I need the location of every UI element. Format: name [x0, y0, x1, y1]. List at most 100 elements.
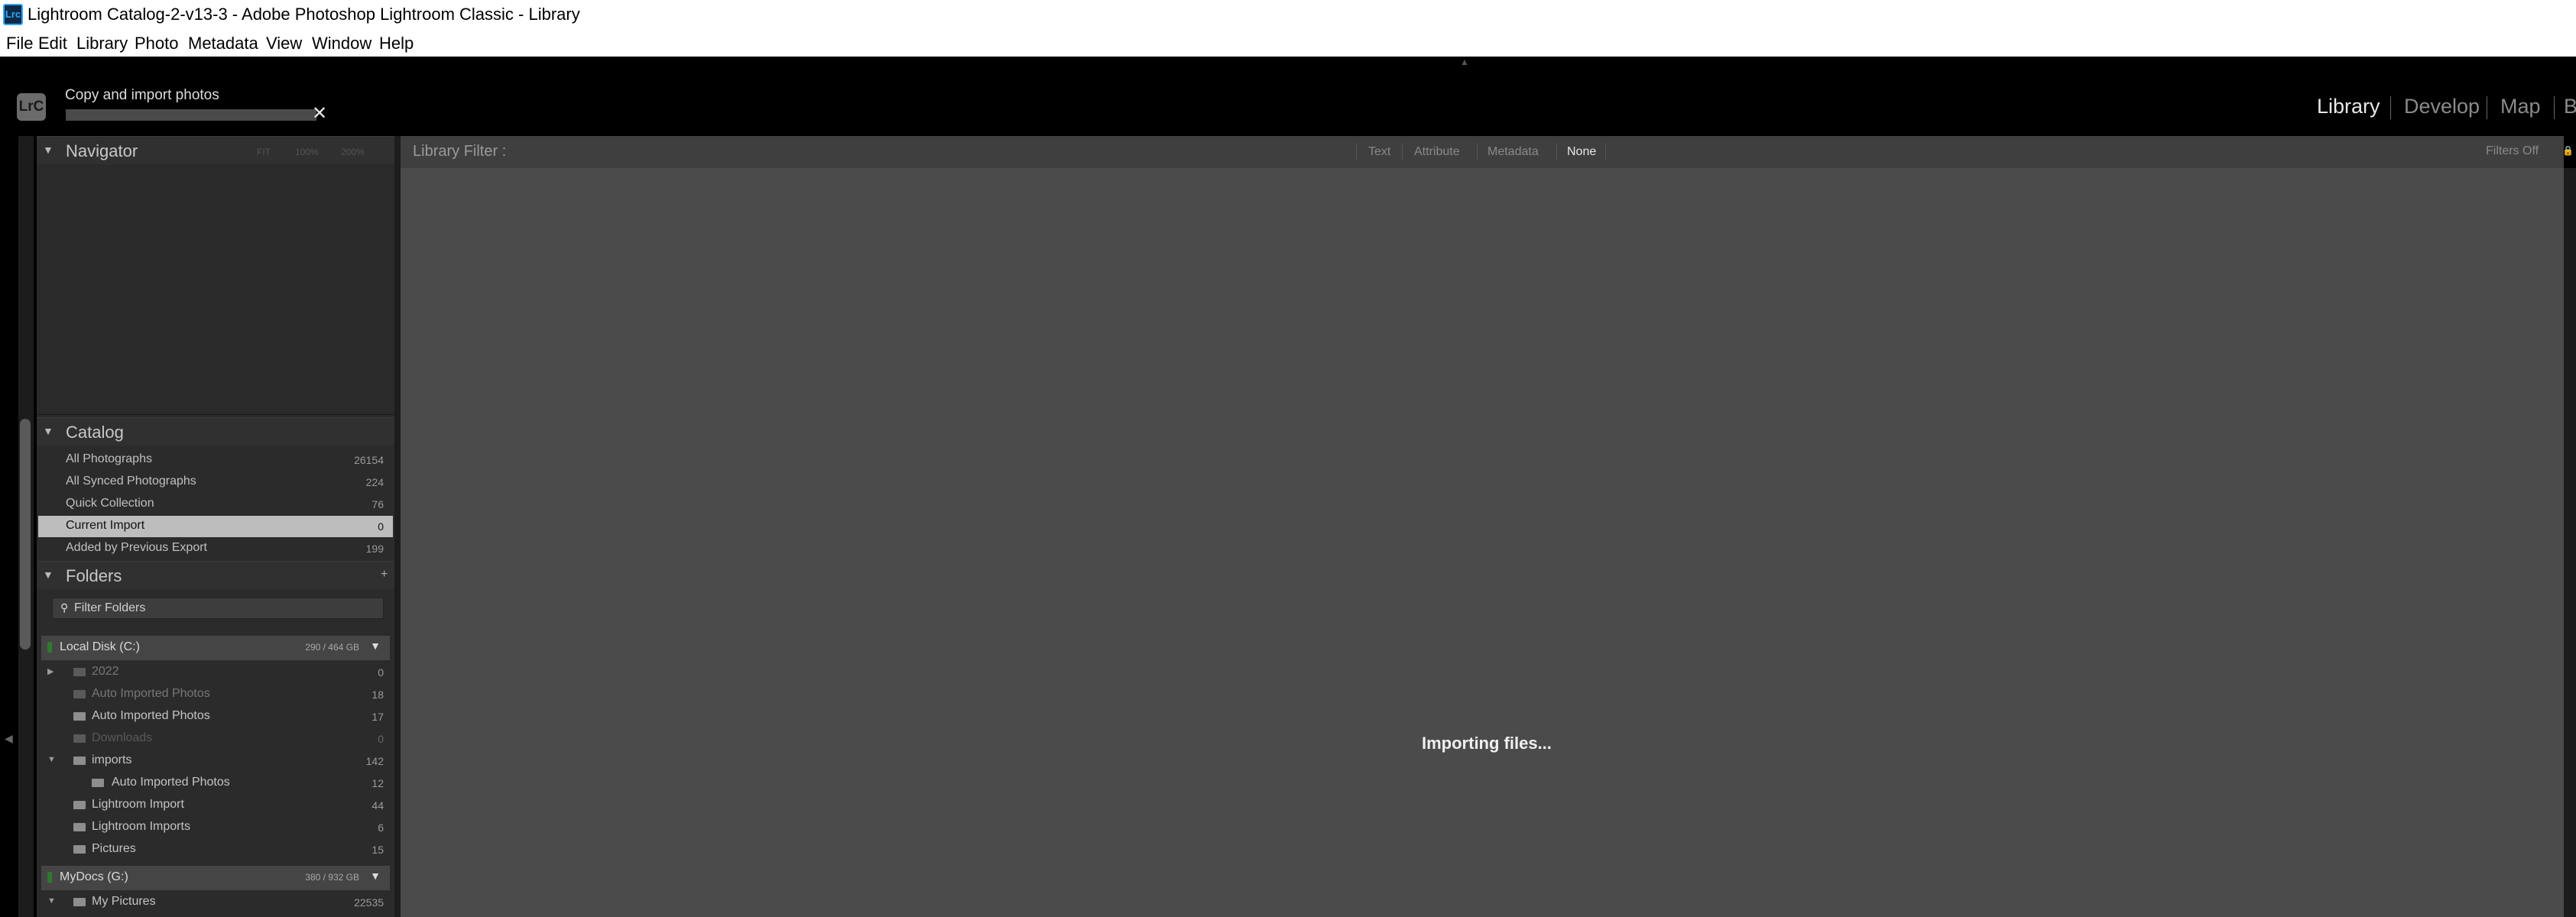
filter-separator [1556, 144, 1557, 160]
folder-row[interactable]: Lightroom Imports 6 [38, 817, 393, 839]
right-panel-edge[interactable] [2564, 168, 2576, 917]
title-bar: Lrc Lightroom Catalog-2-v13-3 - Adobe Ph… [0, 0, 2576, 31]
collapse-triangle-icon[interactable]: ▼ [47, 896, 56, 906]
folder-row[interactable]: Downloads 0 [38, 728, 393, 750]
add-folder-icon[interactable]: + [381, 568, 388, 582]
disclosure-triangle-icon[interactable]: ▼ [43, 144, 54, 156]
menu-library[interactable]: Library [76, 34, 128, 53]
menu-file[interactable]: File [6, 34, 33, 53]
grid-view[interactable]: Importing files... [401, 168, 2564, 917]
collapse-triangle-icon[interactable]: ▼ [47, 755, 56, 764]
folder-label: Auto Imported Photos [92, 687, 210, 700]
catalog-item-label: All Photographs [66, 452, 152, 465]
lrc-logo: LrC [17, 93, 46, 121]
folder-count: 44 [371, 799, 384, 812]
filter-folders-field[interactable]: ⚲ Filter Folders [52, 598, 384, 619]
catalog-item-count: 76 [371, 498, 384, 510]
folder-count: 142 [365, 755, 384, 767]
volume-mydocs[interactable]: MyDocs (G:) 380 / 932 GB ▼ [41, 866, 390, 890]
catalog-item-label: Quick Collection [66, 497, 154, 510]
folders-header[interactable]: ▼ Folders + [37, 561, 394, 589]
folder-label: Auto Imported Photos [112, 776, 230, 789]
folder-count: 15 [371, 844, 384, 856]
folder-icon [73, 712, 86, 721]
volume-menu-icon[interactable]: ▼ [370, 640, 381, 652]
folder-count: 18 [371, 689, 384, 701]
folder-icon [73, 801, 86, 809]
catalog-item-count: 26154 [354, 454, 384, 466]
volume-status-led [47, 642, 52, 653]
folder-icon [73, 757, 86, 765]
volume-size: 290 / 464 GB [305, 642, 359, 653]
left-panel: ▼ Navigator FIT 100% 200% ▼ Catalog All … [37, 136, 394, 917]
folder-label: 2022 [92, 665, 119, 678]
left-panel-scroll-thumb[interactable] [20, 419, 31, 650]
catalog-item[interactable]: Added by Previous Export 199 [38, 538, 393, 559]
app-icon: Lrc [3, 4, 23, 25]
filter-tab-text[interactable]: Text [1368, 145, 1390, 159]
menu-metadata[interactable]: Metadata [188, 34, 258, 53]
expand-triangle-icon[interactable]: ▶ [47, 666, 54, 676]
module-separator [2390, 96, 2391, 119]
volume-local-disk[interactable]: Local Disk (C:) 290 / 464 GB ▼ [41, 636, 390, 660]
catalog-item[interactable]: All Synced Photographs 224 [38, 471, 393, 493]
module-develop[interactable]: Develop [2404, 95, 2480, 118]
filters-off-preset[interactable]: Filters Off [2486, 144, 2539, 158]
menu-photo[interactable]: Photo [135, 34, 179, 53]
folder-row[interactable]: Auto Imported Photos 12 [38, 773, 393, 795]
volume-name: MyDocs (G:) [60, 870, 128, 883]
collapse-top-panel-icon[interactable]: ▲ [1460, 57, 1469, 67]
folder-icon [73, 845, 86, 854]
module-map[interactable]: Map [2500, 95, 2541, 118]
import-progress-bar [66, 109, 316, 121]
filter-tab-metadata[interactable]: Metadata [1488, 145, 1539, 159]
folder-label: My Pictures [92, 895, 156, 908]
folder-row[interactable]: Auto Imported Photos 18 [38, 684, 393, 706]
catalog-item[interactable]: All Photographs 26154 [38, 449, 393, 471]
panel-divider [394, 136, 401, 917]
folder-count: 6 [378, 821, 384, 834]
navigator-header[interactable]: ▼ Navigator FIT 100% 200% [37, 136, 394, 164]
filter-tab-none[interactable]: None [1567, 145, 1596, 159]
folder-label: Pictures [92, 842, 136, 855]
catalog-item-count: 224 [365, 476, 384, 488]
menu-help[interactable]: Help [379, 34, 414, 53]
folder-row[interactable]: ▼ imports 142 [38, 750, 393, 773]
folder-row[interactable]: Lightroom Import 44 [38, 795, 393, 817]
catalog-item-count: 199 [365, 543, 384, 555]
navigator-preview[interactable] [37, 165, 394, 415]
catalog-item-selected[interactable]: Current Import 0 [38, 516, 393, 537]
close-icon[interactable]: ✕ [312, 105, 327, 123]
menu-window[interactable]: Window [312, 34, 371, 53]
folder-label: Auto Imported Photos [92, 709, 210, 722]
folder-row[interactable]: Auto Imported Photos 17 [38, 706, 393, 728]
folder-row[interactable]: ▼ My Pictures 22535 [38, 892, 393, 914]
collapse-left-panel-icon[interactable]: ◀ [5, 732, 13, 745]
catalog-item[interactable]: Quick Collection 76 [38, 494, 393, 515]
disclosure-triangle-icon[interactable]: ▼ [43, 569, 54, 581]
filter-separator [1477, 144, 1478, 160]
filter-separator [1605, 144, 1606, 160]
folder-row[interactable]: Pictures 15 [38, 839, 393, 861]
filter-separator [1402, 144, 1403, 160]
folder-row[interactable]: ▶ 2022 0 [38, 662, 393, 684]
module-book[interactable]: B [2564, 95, 2576, 118]
folder-label: Downloads [92, 731, 153, 744]
module-separator [2554, 96, 2555, 119]
volume-menu-icon[interactable]: ▼ [370, 870, 381, 882]
window-title: Lightroom Catalog-2-v13-3 - Adobe Photos… [28, 5, 580, 24]
catalog-header[interactable]: ▼ Catalog [37, 417, 394, 446]
zoom-fit[interactable]: FIT [257, 147, 271, 157]
filter-folders-placeholder: Filter Folders [74, 601, 146, 614]
menu-view[interactable]: View [266, 34, 302, 53]
filter-tab-attribute[interactable]: Attribute [1414, 145, 1460, 159]
zoom-200[interactable]: 200% [341, 147, 365, 157]
zoom-100[interactable]: 100% [295, 147, 319, 157]
folders-title: Folders [66, 566, 122, 585]
folder-icon [73, 734, 86, 743]
lock-icon[interactable]: 🔒 [2562, 145, 2574, 156]
module-library[interactable]: Library [2317, 95, 2380, 118]
disclosure-triangle-icon[interactable]: ▼ [43, 425, 54, 437]
menu-edit[interactable]: Edit [38, 34, 67, 53]
folder-label: Lightroom Import [92, 798, 184, 811]
